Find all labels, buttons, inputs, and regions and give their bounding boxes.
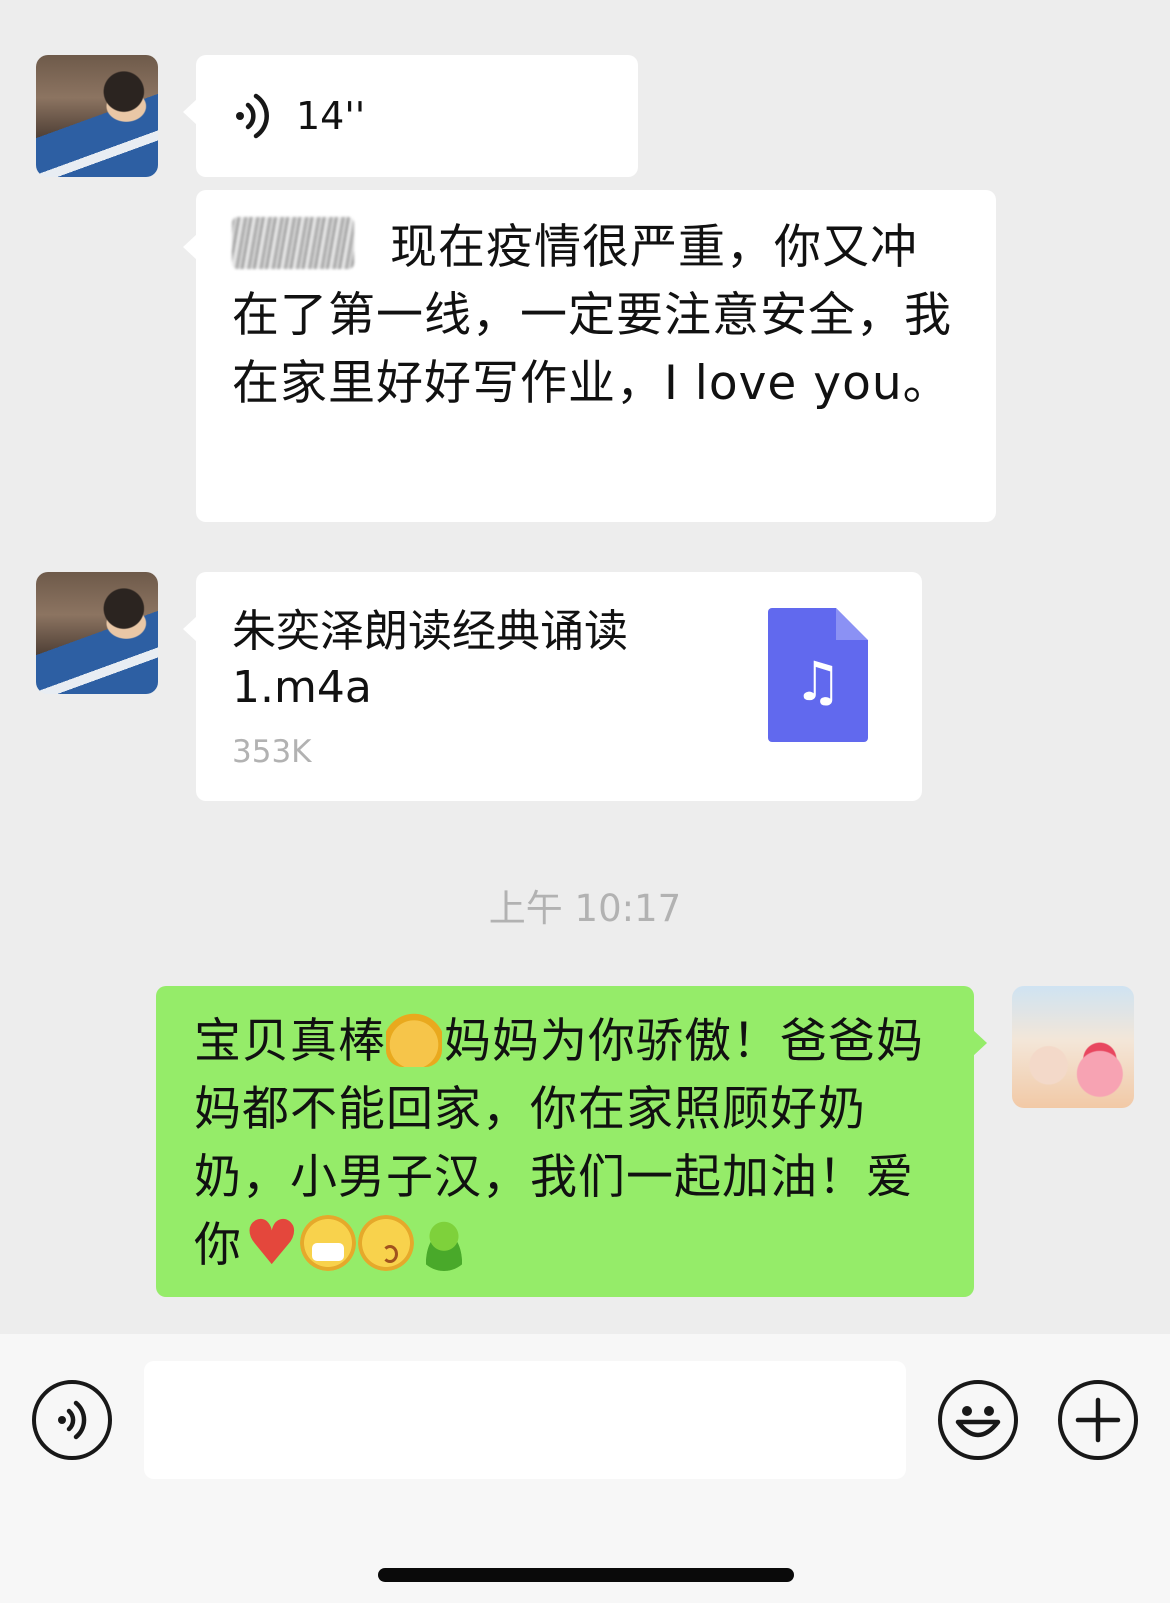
more-button[interactable] [1058, 1380, 1138, 1460]
plus-icon [1075, 1397, 1121, 1443]
input-bar [0, 1334, 1170, 1603]
frog-emoji [416, 1215, 472, 1271]
heart-emoji [242, 1209, 301, 1277]
message-text: 现在疫情很严重，你又冲在了第一线，一定要注意安全，我在家里好好写作业，I lov… [232, 214, 960, 418]
avatar-child[interactable] [36, 55, 158, 177]
message-input[interactable] [144, 1361, 906, 1479]
music-file-icon: ♫ [768, 608, 868, 742]
file-message[interactable]: 朱奕泽朗读经典诵读 1.m4a 353K ♫ [183, 572, 922, 801]
smile-icon [955, 1406, 1001, 1438]
music-note-icon: ♫ [793, 650, 843, 713]
avatar-child[interactable] [36, 572, 158, 694]
redacted-name [232, 217, 354, 269]
voice-input-button[interactable] [32, 1380, 112, 1460]
voice-duration: 14'' [296, 94, 366, 138]
voice-message[interactable]: 14'' [183, 55, 638, 177]
voice-icon [58, 1400, 87, 1440]
home-indicator[interactable] [378, 1568, 794, 1582]
timestamp: 上午 10:17 [488, 887, 682, 930]
mask-face-emoji [300, 1215, 356, 1271]
emoji-button[interactable] [938, 1380, 1018, 1460]
avatar-me[interactable] [1012, 986, 1134, 1108]
kissing-face-emoji [358, 1215, 414, 1271]
thumbs-up-emoji [386, 1011, 442, 1067]
text-message[interactable]: 现在疫情很严重，你又冲在了第一线，一定要注意安全，我在家里好好写作业，I lov… [183, 190, 996, 522]
reply-message[interactable]: 宝贝真棒 妈妈为你骄傲！爸爸妈妈都不能回家，你在家照顾好奶奶，小男子汉，我们一起加… [156, 986, 987, 1297]
message-text: 宝贝真棒 妈妈为你骄傲！爸爸妈妈都不能回家，你在家照顾好奶奶，小男子汉，我们一起加… [194, 1008, 936, 1280]
voice-wave-icon [236, 93, 269, 139]
